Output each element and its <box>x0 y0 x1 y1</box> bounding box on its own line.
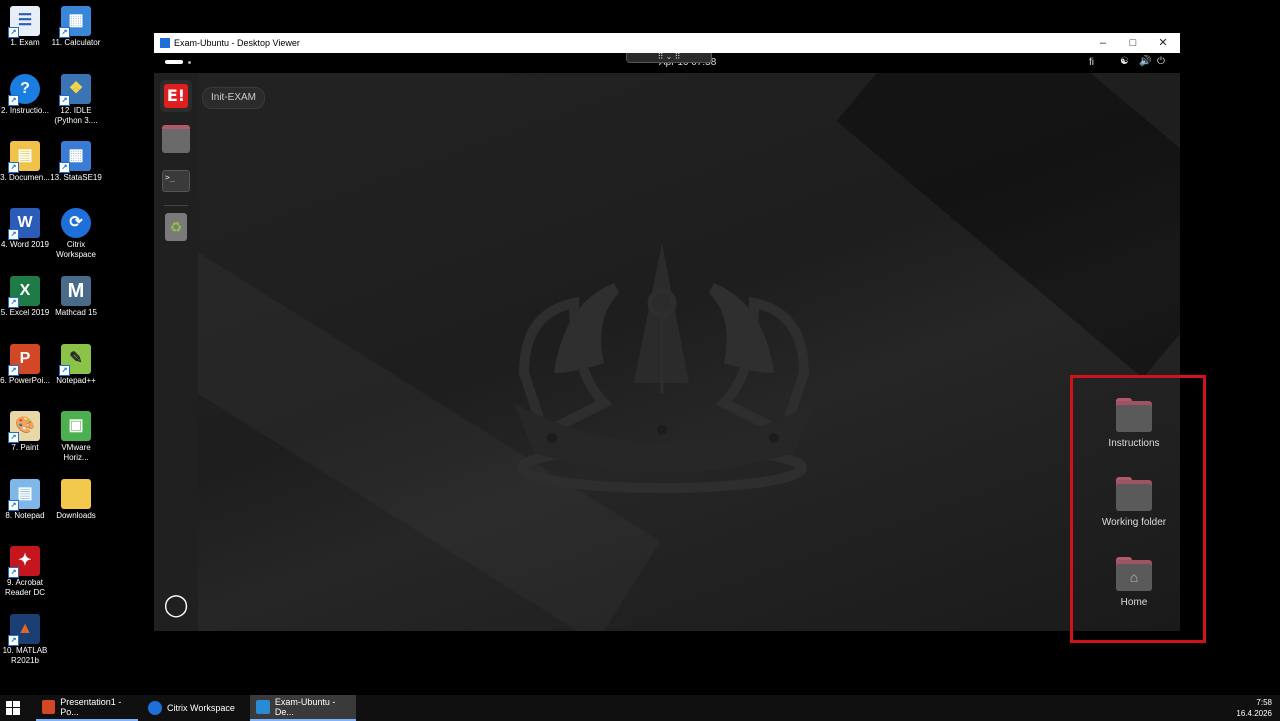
paint-icon: 🎨 ↗ <box>8 411 40 443</box>
desktop-icon-label: 3. Documen... <box>0 173 50 182</box>
exam-app-icon[interactable]: E! <box>160 80 192 112</box>
desktop-icon-label: 4. Word 2019 <box>1 240 49 249</box>
keyboard-layout-indicator[interactable]: fi <box>1089 57 1094 68</box>
desktop-icon-powerpoint[interactable]: P ↗ 6. PowerPoi... <box>0 344 52 386</box>
desktop-icon-stata[interactable]: ▦ ↗ 13. StataSE19 <box>49 141 103 183</box>
files-icon[interactable] <box>160 123 192 155</box>
desktop-viewer-icon <box>256 700 270 714</box>
desktop-viewer-icon <box>160 38 170 48</box>
desktop-icon-label: 7. Paint <box>11 443 39 452</box>
desktop-icon-label: Downloads <box>56 511 96 520</box>
trash-icon[interactable]: ♻ <box>160 211 192 243</box>
desktop-icon-label: 11. Calculator <box>51 38 101 47</box>
ubuntu-logo-icon[interactable]: ◯ <box>160 589 192 621</box>
desktop-icon-label: Notepad++ <box>56 376 96 385</box>
stata-icon: ▦ ↗ <box>59 141 91 173</box>
desktop-icon-paint[interactable]: 🎨 ↗ 7. Paint <box>0 411 52 453</box>
workspace-dot <box>188 61 191 64</box>
desktop-icon-label: Citrix Workspace <box>56 240 96 259</box>
citrix-icon <box>148 701 162 715</box>
terminal-icon[interactable]: >_ <box>160 165 192 197</box>
windows-taskbar: Presentation1 - Po... Citrix Workspace E… <box>0 695 1280 721</box>
ubuntu-dock: E! >_ ♻ ◯ <box>154 73 198 631</box>
volume-icon[interactable]: 🔊 <box>1139 56 1151 67</box>
desktop-icon-citrix[interactable]: ⟳ Citrix Workspace <box>49 208 103 260</box>
documents-icon: ▤ ↗ <box>8 141 40 173</box>
ubuntu-topbar: Apr 16 07:58 ⠿ ⌄ ⠿ fi ☯ 🔊 ⏻ <box>154 53 1180 73</box>
mathcad-icon: M <box>61 276 91 306</box>
python-icon: ❖ ↗ <box>59 74 91 106</box>
help-icon: ? ↗ <box>8 74 40 106</box>
desktop-icon-label: 2. Instructio... <box>0 106 50 115</box>
exam-doc-icon: ☰ ↗ <box>8 6 40 38</box>
minimize-button[interactable]: – <box>1088 35 1118 51</box>
taskbar-item-presentation[interactable]: Presentation1 - Po... <box>36 695 138 721</box>
system-clock[interactable]: 7:58 16.4.2026 <box>1236 697 1272 719</box>
maximize-button[interactable]: □ <box>1118 35 1148 51</box>
desktop-icon-label: Mathcad 15 <box>55 308 97 317</box>
viewer-toolbar-handle[interactable]: ⠿ ⌄ ⠿ <box>626 53 712 63</box>
desktop-icon-documents[interactable]: ▤ ↗ 3. Documen... <box>0 141 52 183</box>
desktop-icon-acrobat[interactable]: ✦ ↗ 9. Acrobat Reader DC <box>0 546 52 598</box>
taskbar-item-label: Exam-Ubuntu - De... <box>274 697 336 717</box>
taskbar-item-label: Citrix Workspace <box>167 703 235 713</box>
excel-icon: X ↗ <box>8 276 40 308</box>
ubuntu-desktop: Apr 16 07:58 ⠿ ⌄ ⠿ fi ☯ 🔊 ⏻ E! >_ ♻ ◯ In… <box>154 53 1180 631</box>
desktop-icon-label: 1. Exam <box>10 38 40 47</box>
desktop-icon-label: 6. PowerPoi... <box>0 376 50 385</box>
clock-time: 7:58 <box>1256 698 1272 707</box>
powerpoint-icon: P ↗ <box>8 344 40 376</box>
taskbar-item-exam-ubuntu[interactable]: Exam-Ubuntu - De... <box>250 695 356 721</box>
notepadpp-icon: ✎ ↗ <box>59 344 91 376</box>
close-button[interactable]: ✕ <box>1148 35 1178 51</box>
desktop-icon-label: 8. Notepad <box>5 511 45 520</box>
calculator-icon: ▦ ↗ <box>59 6 91 38</box>
desktop-icon-notepadpp[interactable]: ✎ ↗ Notepad++ <box>49 344 103 386</box>
init-exam-button[interactable]: Init-EXAM <box>202 87 266 109</box>
acrobat-icon: ✦ ↗ <box>8 546 40 578</box>
powerpoint-icon <box>42 700 56 714</box>
viewer-titlebar[interactable]: Exam-Ubuntu - Desktop Viewer – □ ✕ <box>154 33 1180 53</box>
desktop-icon-downloads[interactable]: Downloads <box>49 479 103 521</box>
taskbar-item-label: Presentation1 - Po... <box>60 697 122 717</box>
taskbar-item-citrix[interactable]: Citrix Workspace <box>142 695 246 721</box>
wallpaper-shadow <box>836 53 1180 379</box>
desktop-icon-vmware[interactable]: ▣ VMware Horiz... <box>49 411 103 463</box>
network-icon[interactable]: ☯ <box>1120 56 1129 67</box>
desktop-icon-label: 5. Excel 2019 <box>0 308 50 317</box>
citrix-icon: ⟳ <box>61 208 91 238</box>
red-highlight-box <box>1070 375 1206 643</box>
notepad-icon: ▤ ↗ <box>8 479 40 511</box>
desktop-icon-exam[interactable]: ☰ ↗ 1. Exam <box>0 6 52 48</box>
desktop-icon-label: 12. IDLE (Python 3.... <box>54 106 98 125</box>
matlab-icon: ▲ ↗ <box>8 614 40 646</box>
desktop-icon-label: 10. MATLAB R2021b <box>2 646 48 665</box>
crown-wallpaper-logo <box>514 243 814 493</box>
dock-separator <box>164 205 188 206</box>
clock-date: 16.4.2026 <box>1236 709 1272 718</box>
desktop-icon-idle[interactable]: ❖ ↗ 12. IDLE (Python 3.... <box>49 74 103 126</box>
desktop-icon-calculator[interactable]: ▦ ↗ 11. Calculator <box>49 6 103 48</box>
desktop-icon-label: 13. StataSE19 <box>50 173 102 182</box>
vmware-icon: ▣ <box>61 411 91 441</box>
desktop-icon-label: 9. Acrobat Reader DC <box>4 578 45 597</box>
folder-icon <box>61 479 91 509</box>
word-icon: W ↗ <box>8 208 40 240</box>
desktop-icon-notepad[interactable]: ▤ ↗ 8. Notepad <box>0 479 52 521</box>
windows-start-icon[interactable] <box>6 701 20 715</box>
desktop-icon-excel[interactable]: X ↗ 5. Excel 2019 <box>0 276 52 318</box>
desktop-icon-instructions[interactable]: ? ↗ 2. Instructio... <box>0 74 52 116</box>
viewer-title: Exam-Ubuntu - Desktop Viewer <box>174 38 300 48</box>
power-icon[interactable]: ⏻ <box>1157 56 1165 67</box>
desktop-icon-label: VMware Horiz... <box>61 443 91 462</box>
desktop-icon-mathcad[interactable]: M Mathcad 15 <box>49 276 103 318</box>
activities-indicator[interactable] <box>165 60 183 64</box>
desktop-viewer-window: Exam-Ubuntu - Desktop Viewer – □ ✕ ⠿ ⌄ ⠿… <box>154 33 1180 631</box>
desktop-icon-word[interactable]: W ↗ 4. Word 2019 <box>0 208 52 250</box>
desktop-icon-matlab[interactable]: ▲ ↗ 10. MATLAB R2021b <box>0 614 52 666</box>
